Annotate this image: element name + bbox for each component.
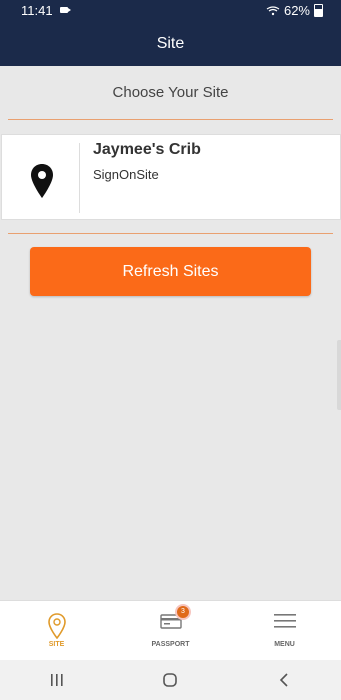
site-organization: SignOnSite (93, 167, 159, 182)
refresh-sites-button[interactable]: Refresh Sites (30, 247, 311, 296)
divider (8, 119, 333, 120)
site-card[interactable]: Jaymee's Crib SignOnSite (1, 134, 341, 220)
nav-site[interactable]: SITE (0, 601, 113, 661)
status-time: 11:41 (21, 3, 53, 18)
edge-panel-handle[interactable] (337, 340, 341, 410)
divider (8, 233, 333, 234)
hamburger-menu-icon (273, 614, 296, 628)
wifi-icon (266, 5, 280, 15)
passport-badge: 3 (177, 606, 189, 618)
home-button[interactable] (155, 670, 185, 690)
site-pin-icon (47, 613, 66, 639)
battery-icon (314, 4, 323, 17)
nav-passport-label: PASSPORT (151, 641, 190, 648)
status-bar: 11:41 62% (0, 0, 341, 22)
recent-apps-icon (50, 674, 63, 686)
home-icon (163, 673, 178, 687)
nav-site-label: SITE (48, 641, 65, 648)
nav-menu[interactable]: MENU (228, 601, 341, 661)
app-bar: Site (0, 22, 341, 66)
recent-apps-button[interactable] (42, 670, 72, 690)
choose-site-header: Choose Your Site (112, 84, 229, 101)
back-button[interactable] (269, 670, 299, 690)
back-chevron-icon (280, 673, 288, 687)
system-navigation-bar (0, 660, 341, 700)
nav-passport[interactable]: 3 PASSPORT (114, 601, 227, 661)
site-name: Jaymee's Crib (93, 141, 201, 158)
card-separator (79, 143, 80, 213)
nav-menu-label: MENU (274, 641, 295, 648)
bottom-navigation: SITE 3 PASSPORT MENU (0, 600, 341, 661)
status-right: 62% (266, 3, 323, 18)
page-title: Site (156, 35, 185, 52)
location-pin-icon (31, 164, 53, 198)
video-recording-icon (60, 7, 71, 13)
battery-text: 62% (283, 3, 310, 18)
